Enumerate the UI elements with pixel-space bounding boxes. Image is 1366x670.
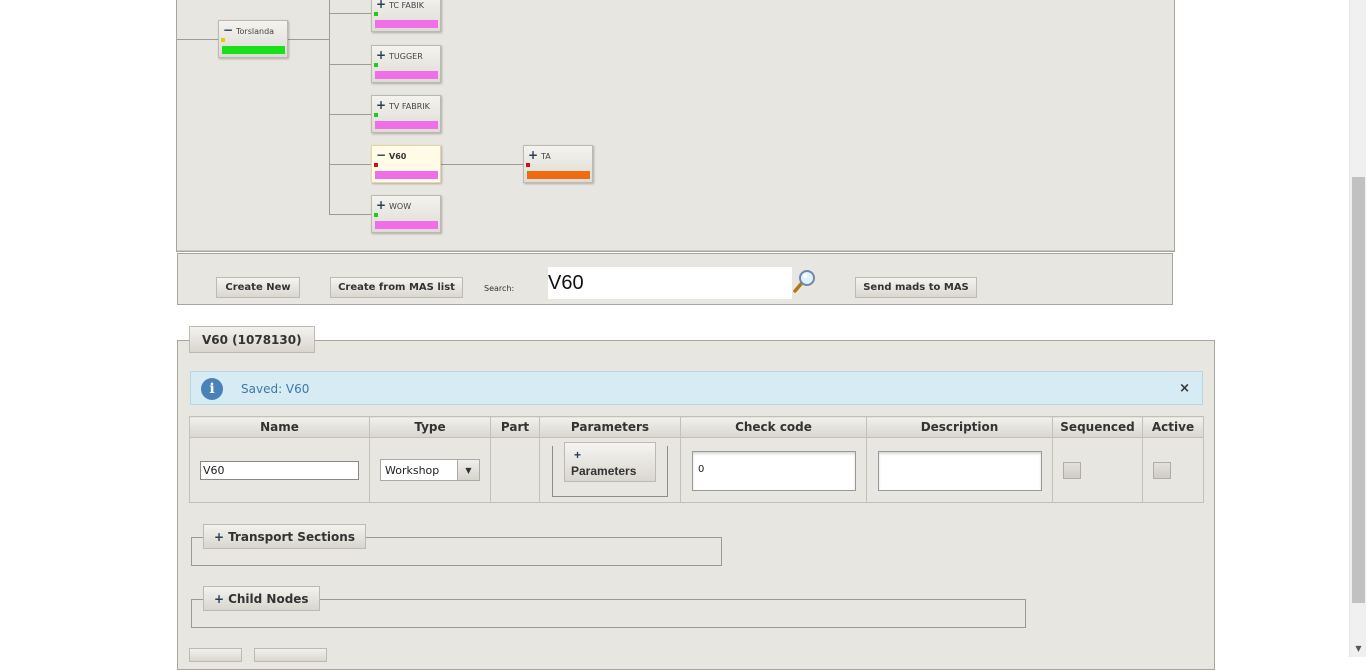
description-input[interactable] xyxy=(878,451,1042,491)
tree-node-tugger[interactable]: + TUGGER xyxy=(371,45,441,83)
tree-node-label: TC FABIK xyxy=(389,1,424,10)
column-header-description: Description xyxy=(866,416,1053,438)
collapse-icon[interactable]: − xyxy=(376,148,386,162)
status-bar xyxy=(375,171,438,179)
bottom-button-1[interactable] xyxy=(189,648,242,662)
parameters-button-label: Parameters xyxy=(571,464,637,478)
toolbar: Create New Create from MAS list Search: … xyxy=(177,253,1173,305)
status-bar xyxy=(222,46,285,54)
column-header-check-code: Check code xyxy=(680,416,867,438)
info-icon: i xyxy=(201,378,223,400)
child-nodes-toggle[interactable]: + Child Nodes xyxy=(203,586,320,611)
status-dot xyxy=(526,163,530,167)
status-bar xyxy=(375,71,438,79)
name-input[interactable] xyxy=(200,461,359,480)
info-message-text: Saved: V60 xyxy=(241,382,310,396)
tree-connector xyxy=(329,164,372,165)
plus-icon: + xyxy=(574,448,582,462)
status-bar xyxy=(375,221,438,229)
tree-connector xyxy=(177,39,219,40)
expand-icon[interactable]: + xyxy=(376,98,386,112)
tree-connector xyxy=(287,39,330,40)
column-header-active: Active xyxy=(1142,416,1204,438)
tree-node-label: TA xyxy=(541,152,551,161)
active-cell xyxy=(1142,437,1204,503)
name-cell xyxy=(189,437,370,503)
tree-panel xyxy=(176,0,1175,252)
status-bar xyxy=(375,20,438,28)
column-header-name: Name xyxy=(189,416,370,438)
tree-node-tv-fabrik[interactable]: + TV FABRIK xyxy=(371,95,441,133)
type-cell: Workshop ▼ xyxy=(369,437,491,503)
table-header-row: Name Type Part Parameters Check code Des… xyxy=(189,416,1204,438)
sequenced-checkbox[interactable] xyxy=(1063,462,1081,479)
transport-sections-label: Transport Sections xyxy=(228,529,355,544)
column-header-sequenced: Sequenced xyxy=(1052,416,1143,438)
search-label: Search: xyxy=(484,284,515,293)
child-nodes-label: Child Nodes xyxy=(228,591,309,606)
tree-connector xyxy=(329,214,372,215)
tree-node-wow[interactable]: + WOW xyxy=(371,195,441,233)
search-input[interactable] xyxy=(548,267,792,299)
status-bar xyxy=(375,121,438,129)
check-code-cell: 0 xyxy=(680,437,867,503)
chevron-down-icon[interactable]: ▼ xyxy=(457,460,479,480)
status-dot xyxy=(374,213,378,217)
expand-icon[interactable]: + xyxy=(376,0,386,11)
parameters-cell: + Parameters xyxy=(539,437,681,503)
scroll-down-arrow-icon[interactable]: ▼ xyxy=(1350,640,1366,657)
node-table: Name Type Part Parameters Check code Des… xyxy=(189,416,1204,503)
tree-node-label: V60 xyxy=(389,152,407,161)
check-code-input[interactable]: 0 xyxy=(692,451,856,491)
status-dot xyxy=(374,113,378,117)
tree-connector xyxy=(329,13,372,14)
close-icon[interactable]: × xyxy=(1179,381,1190,396)
tree-node-label: WOW xyxy=(389,202,412,211)
magnifier-icon[interactable] xyxy=(792,268,818,294)
tree-connector xyxy=(329,0,330,214)
active-checkbox[interactable] xyxy=(1153,462,1171,479)
tree-node-ta[interactable]: + TA xyxy=(523,145,593,183)
part-cell xyxy=(490,437,540,503)
collapse-icon[interactable]: − xyxy=(223,23,233,37)
tree-connector xyxy=(441,164,523,165)
column-header-type: Type xyxy=(369,416,491,438)
plus-icon: + xyxy=(214,529,225,544)
status-bar xyxy=(527,171,590,179)
tree-node-label: Torslanda xyxy=(236,27,275,36)
tree-node-torslanda[interactable]: − Torslanda xyxy=(218,20,288,58)
sequenced-cell xyxy=(1052,437,1143,503)
description-cell xyxy=(866,437,1053,503)
status-dot xyxy=(374,12,378,16)
scrollbar-thumb[interactable] xyxy=(1352,177,1365,603)
tree-node-label: TV FABRIK xyxy=(389,102,430,111)
tree-node-v60[interactable]: − V60 xyxy=(371,145,441,183)
tree-node-label: TUGGER xyxy=(389,52,423,61)
bottom-button-2[interactable] xyxy=(254,648,327,662)
detail-legend: V60 (1078130) xyxy=(189,326,315,353)
status-dot xyxy=(374,163,378,167)
tree-connector xyxy=(329,64,372,65)
status-dot xyxy=(221,38,225,42)
send-mads-to-mas-button[interactable]: Send mads to MAS xyxy=(855,277,977,298)
plus-icon: + xyxy=(214,591,225,606)
expand-icon[interactable]: + xyxy=(376,198,386,212)
expand-icon[interactable]: + xyxy=(528,148,538,162)
column-header-parameters: Parameters xyxy=(539,416,681,438)
tree-node-tc-fabik[interactable]: + TC FABIK xyxy=(371,0,441,32)
type-select[interactable]: Workshop ▼ xyxy=(380,459,480,481)
expand-icon[interactable]: + xyxy=(376,48,386,62)
table-row: Workshop ▼ + Parameters 0 xyxy=(189,437,1204,503)
parameters-button[interactable]: + Parameters xyxy=(564,442,656,482)
type-select-value: Workshop xyxy=(385,463,440,477)
column-header-part: Part xyxy=(490,416,540,438)
vertical-scrollbar[interactable]: ▼ xyxy=(1349,0,1366,657)
create-new-button[interactable]: Create New xyxy=(216,277,300,298)
transport-sections-toggle[interactable]: + Transport Sections xyxy=(203,524,366,549)
info-message-bar: i Saved: V60 × xyxy=(190,371,1203,405)
create-from-mas-list-button[interactable]: Create from MAS list xyxy=(330,277,463,298)
tree-connector xyxy=(329,114,372,115)
status-dot xyxy=(374,63,378,67)
